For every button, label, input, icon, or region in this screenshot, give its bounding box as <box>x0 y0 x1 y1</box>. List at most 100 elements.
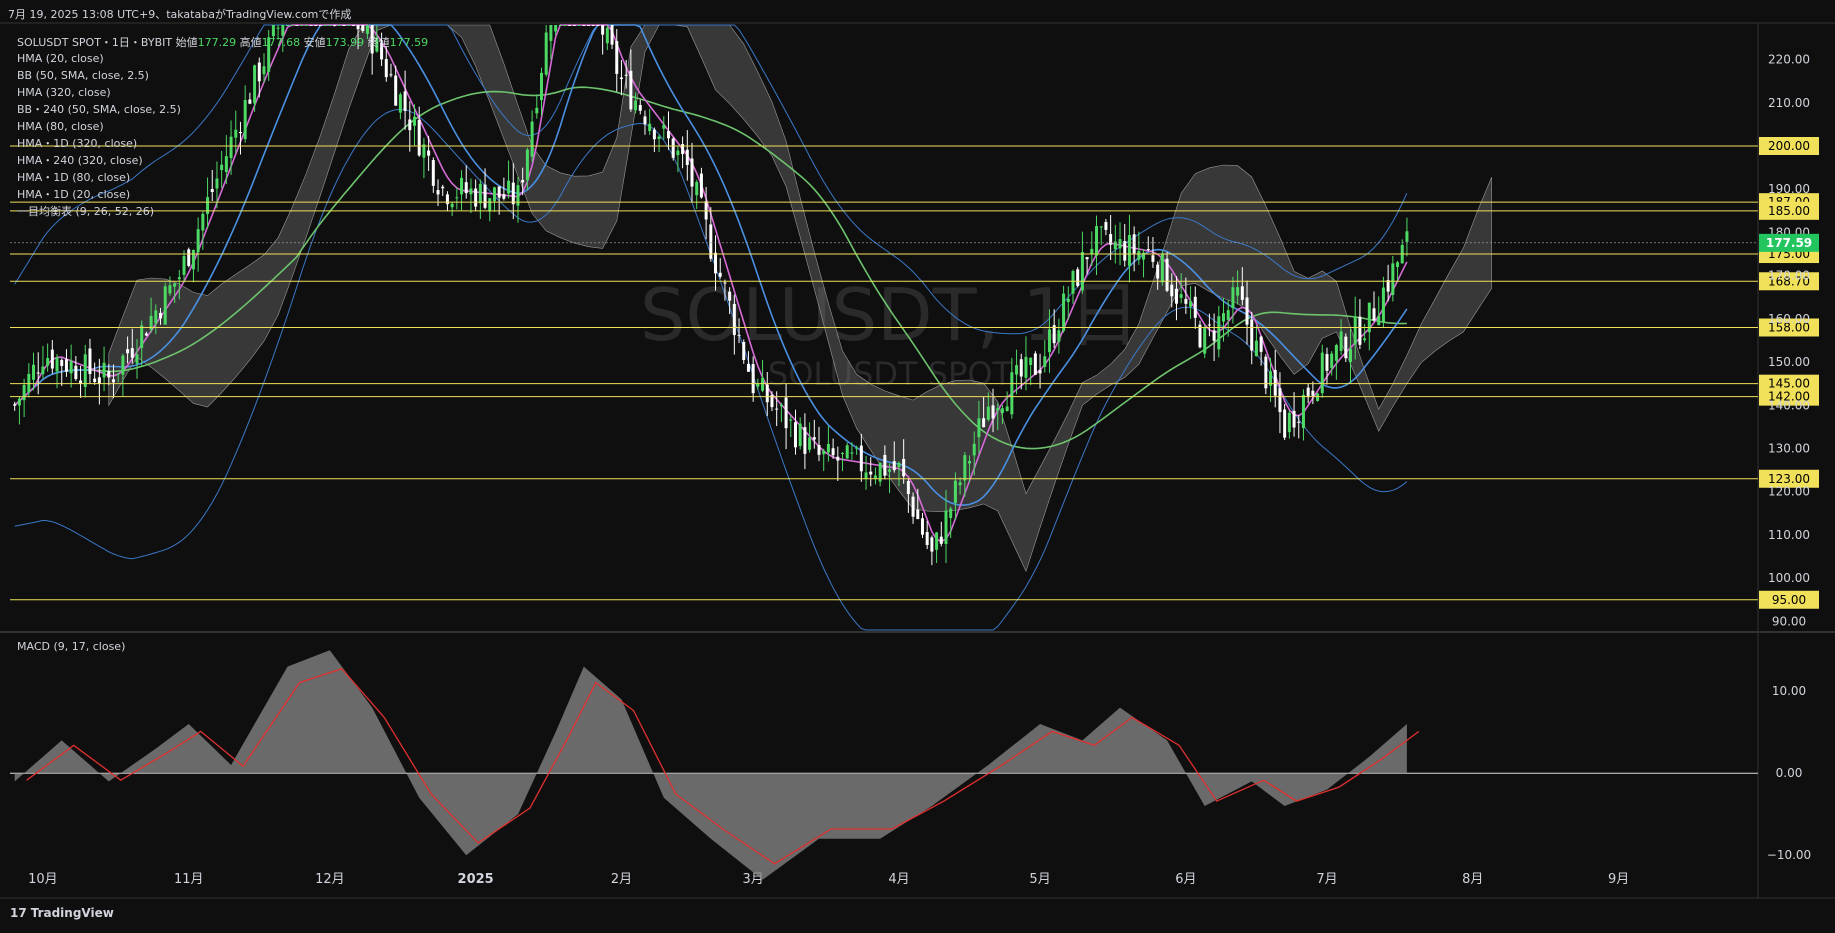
candle-body <box>1203 327 1207 354</box>
candle-body <box>126 349 130 354</box>
candle-body <box>445 194 449 205</box>
indicator-item[interactable]: HMA・1D (320, close) <box>17 135 181 152</box>
candle-body <box>558 25 562 26</box>
candle-body <box>728 291 732 301</box>
candle-body <box>1099 226 1103 228</box>
candle-body <box>1104 222 1108 230</box>
indicator-item[interactable]: HMA・1D (80, close) <box>17 169 181 186</box>
candle-body <box>111 379 115 383</box>
candle-body <box>365 25 369 34</box>
watermark-main: SOLUSDT, 1日 <box>640 273 1140 357</box>
candle-body <box>413 116 417 126</box>
candle-body <box>17 398 21 406</box>
candle-body <box>417 119 421 156</box>
candle-body <box>629 70 633 110</box>
candle-body <box>841 452 845 454</box>
candle-body <box>591 25 595 26</box>
macd-label[interactable]: MACD (9, 17, close) <box>17 640 125 653</box>
candle-body <box>116 373 120 375</box>
candle-body <box>892 461 896 471</box>
candle-body <box>944 510 948 544</box>
candle-body <box>511 182 515 205</box>
indicator-item[interactable]: BB (50, SMA, close, 2.5) <box>17 67 181 84</box>
time-tick-label: 9月 <box>1608 872 1629 887</box>
candle-body <box>643 116 647 125</box>
candle-body <box>492 187 496 202</box>
price-tick-label: 220.00 <box>1768 53 1810 67</box>
candle-body <box>685 149 689 165</box>
candle-body <box>742 342 746 360</box>
time-tick-label: 5月 <box>1029 872 1050 887</box>
indicator-item[interactable]: HMA (320, close) <box>17 84 181 101</box>
indicator-item[interactable]: BB・240 (50, SMA, close, 2.5) <box>17 101 181 118</box>
candle-body <box>925 532 929 545</box>
candle-body <box>1184 298 1188 304</box>
candle-body <box>1273 369 1277 396</box>
candle-body <box>304 25 308 26</box>
indicator-item[interactable]: HMA・1D (20, close) <box>17 186 181 203</box>
candle-body <box>1207 324 1211 326</box>
price-tick-label: 160.00 <box>1768 312 1810 326</box>
candle-body <box>507 180 511 194</box>
candle-body <box>460 177 464 195</box>
candle-body <box>168 285 172 294</box>
candle-body <box>97 377 101 384</box>
candle-body <box>177 277 181 280</box>
candle-body <box>502 194 506 199</box>
candle-body <box>309 25 313 26</box>
candle-body <box>1325 354 1329 371</box>
candle-body <box>568 25 572 26</box>
candle-body <box>765 384 769 403</box>
candle-body <box>215 178 219 189</box>
candle-body <box>234 129 238 138</box>
candle-body <box>695 181 699 196</box>
candle-body <box>1259 336 1263 352</box>
candle-body <box>996 408 1000 411</box>
candle-body <box>441 186 445 189</box>
candle-body <box>337 25 341 26</box>
candle-body <box>1137 251 1141 260</box>
candle-body <box>107 370 111 378</box>
indicator-item[interactable]: HMA (20, close) <box>17 50 181 67</box>
indicator-item[interactable]: 一目均衡表 (9, 26, 52, 26) <box>17 203 181 220</box>
candle-body <box>1080 252 1084 291</box>
candle-body <box>464 182 468 194</box>
candle-body <box>1127 234 1131 266</box>
candle-body <box>793 422 797 448</box>
candle-body <box>361 25 365 32</box>
candle-body <box>1071 271 1075 294</box>
candle-body <box>1391 263 1395 295</box>
candle-body <box>831 448 835 456</box>
candle-body <box>455 197 459 199</box>
candle-body <box>699 173 703 198</box>
price-tick-label: 170.00 <box>1768 269 1810 283</box>
candle-body <box>408 119 412 131</box>
candle-body <box>1236 287 1240 296</box>
candle-body <box>906 481 910 495</box>
candle-body <box>605 27 609 44</box>
candle-body <box>1024 356 1028 378</box>
time-tick-label: 2025 <box>458 872 494 887</box>
candle-body <box>1123 241 1127 261</box>
candle-body <box>1057 330 1061 342</box>
candle-body <box>718 272 722 277</box>
candle-body <box>1066 298 1070 303</box>
candle-body <box>610 25 614 45</box>
candle-body <box>121 355 125 375</box>
candle-body <box>1231 287 1235 309</box>
high-value: 177.68 <box>261 36 301 49</box>
indicator-legend: HMA (20, close) BB (50, SMA, close, 2.5)… <box>17 50 181 220</box>
candle-body <box>662 124 666 129</box>
candle-body <box>41 366 45 375</box>
candle-body <box>563 25 567 26</box>
candle-body <box>968 460 972 464</box>
candle-body <box>243 99 247 140</box>
candle-body <box>13 404 17 406</box>
tradingview-logo[interactable]: 𝟭𝟳 TradingView <box>10 906 114 920</box>
time-tick-label: 2月 <box>611 872 632 887</box>
candle-body <box>1348 348 1352 363</box>
indicator-item[interactable]: HMA (80, close) <box>17 118 181 135</box>
candle-body <box>253 65 257 104</box>
indicator-item[interactable]: HMA・240 (320, close) <box>17 152 181 169</box>
candle-body <box>102 362 106 378</box>
